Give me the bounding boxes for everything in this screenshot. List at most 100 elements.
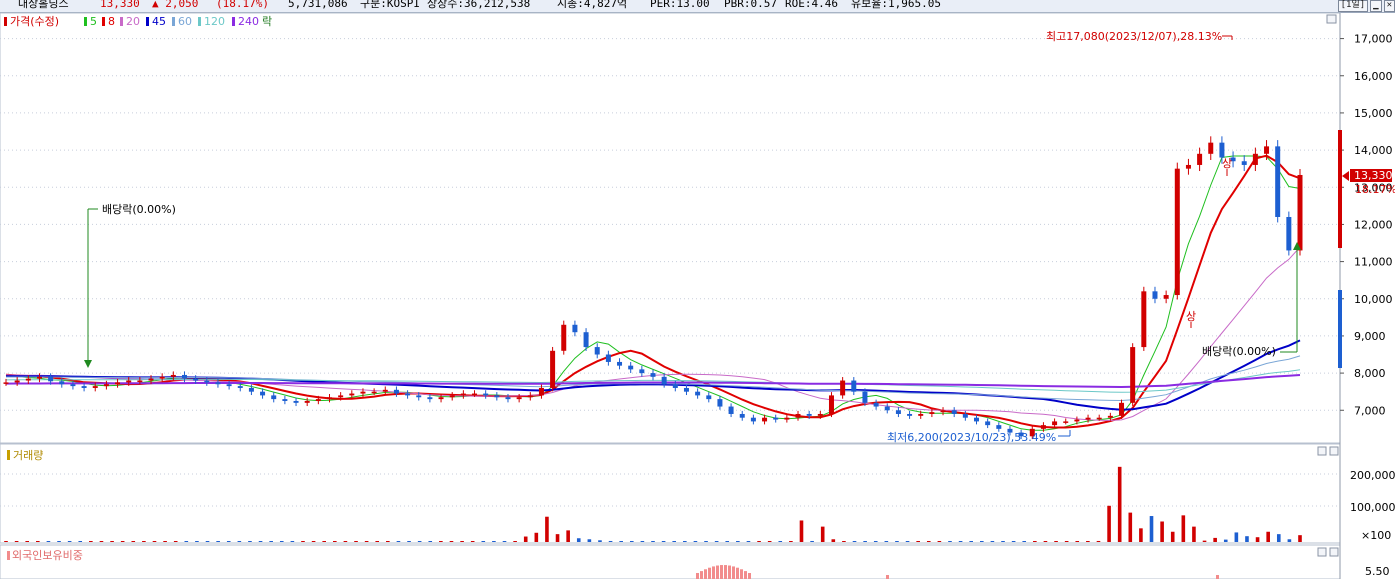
volume-bar xyxy=(131,541,136,542)
volume-bar xyxy=(863,541,867,542)
volume-bar xyxy=(1223,539,1228,542)
volume-bar xyxy=(14,541,19,542)
candle-body xyxy=(36,376,42,379)
price-tick-label: 10,000 xyxy=(1354,293,1393,306)
volume-bar xyxy=(555,534,560,542)
price-tick-label: 8,000 xyxy=(1354,367,1386,380)
candle-body xyxy=(639,369,645,374)
volume-bar xyxy=(1266,531,1270,542)
candle-body xyxy=(840,380,846,396)
price-tick-label: 15,000 xyxy=(1354,107,1393,120)
candle-body xyxy=(460,393,466,396)
price-legend-marker xyxy=(4,17,7,26)
volume-bar xyxy=(672,541,677,542)
low-label: 최저6,200(2023/10/23),53.49% xyxy=(887,431,1056,444)
volume-bar xyxy=(78,541,83,542)
volume-bar xyxy=(248,541,252,542)
volume-bar xyxy=(937,541,942,542)
volume-bar xyxy=(513,541,517,542)
candle-body xyxy=(907,413,913,416)
volume-panel[interactable] xyxy=(0,443,1341,544)
volume-bar xyxy=(120,541,125,542)
dividend-label-2: 배당락(0.00%) xyxy=(1202,345,1276,358)
volume-bar xyxy=(1255,537,1260,542)
volume-bar xyxy=(736,541,740,542)
volume-bar xyxy=(895,541,899,542)
candle-body xyxy=(170,374,176,377)
volume-bar xyxy=(237,541,242,542)
volume-bar xyxy=(502,541,507,542)
foreign-minimize-icon[interactable] xyxy=(1317,547,1327,557)
candle-body xyxy=(1096,417,1102,420)
volume-bar xyxy=(269,541,273,542)
volume-bar xyxy=(195,541,199,542)
volume-bar xyxy=(990,541,995,542)
volume-bar xyxy=(481,541,486,542)
price-panel-button[interactable] xyxy=(1326,14,1337,24)
candle-body xyxy=(14,380,20,383)
volume-bar xyxy=(89,541,93,542)
volume-bar xyxy=(1107,505,1111,542)
ma-legend-label-240: 240 xyxy=(238,15,259,28)
candle-body xyxy=(617,361,623,366)
volume-bar xyxy=(1149,516,1154,542)
volume-bar xyxy=(1064,541,1069,542)
ma-legend-marker-60 xyxy=(172,17,175,26)
candle-body xyxy=(884,406,890,411)
candle-body xyxy=(237,386,243,388)
volume-bar xyxy=(152,541,157,542)
upper-limit-label-1: 상 xyxy=(1186,310,1196,323)
candle-body xyxy=(974,417,979,422)
candle-body xyxy=(594,347,600,355)
volume-bar xyxy=(1054,541,1058,542)
candle-body xyxy=(951,410,957,414)
candle-body xyxy=(70,384,76,387)
candle-body xyxy=(550,350,556,388)
volume-bar xyxy=(693,541,698,542)
candle-body xyxy=(862,391,868,403)
foreign-bar xyxy=(724,565,727,579)
candle-body xyxy=(962,413,968,418)
volume-bar xyxy=(757,541,761,542)
foreign-panel[interactable] xyxy=(0,544,1341,579)
volume-bar xyxy=(799,520,804,542)
candle-body xyxy=(661,376,667,385)
candle-body xyxy=(1174,168,1180,296)
volume-bar xyxy=(873,541,878,542)
candle-body xyxy=(1040,425,1046,429)
candle-body xyxy=(851,380,857,392)
volume-bar xyxy=(1245,536,1249,542)
foreign-panel-title: 외국인보유비중 xyxy=(12,549,83,562)
volume-bar xyxy=(311,541,316,542)
candle-body xyxy=(137,380,143,383)
ma-legend-label-120: 120 xyxy=(204,15,225,28)
candle-body xyxy=(438,397,444,400)
volume-bar xyxy=(852,541,857,542)
candle-body xyxy=(148,378,154,381)
candle-body xyxy=(1241,161,1247,165)
volume-tick-100k: 100,000 xyxy=(1350,501,1395,514)
volume-close-icon[interactable] xyxy=(1329,446,1339,456)
candle-body xyxy=(260,391,266,396)
foreign-legend-marker xyxy=(7,551,10,560)
foreign-close-icon[interactable] xyxy=(1329,547,1339,557)
ma-legend-label-5: 5 xyxy=(90,15,97,28)
volume-bar xyxy=(57,541,61,542)
volume-bar xyxy=(25,541,30,542)
volume-bar xyxy=(810,540,814,542)
volume-bar xyxy=(534,532,539,542)
candle-body xyxy=(181,374,187,379)
candle-body xyxy=(405,393,411,396)
volume-bar xyxy=(216,541,220,542)
volume-bar xyxy=(4,541,8,542)
stock-chart[interactable]: 17,00016,00015,00014,00013,00012,00011,0… xyxy=(0,0,1395,579)
candle-body xyxy=(327,397,332,400)
volume-minimize-icon[interactable] xyxy=(1317,446,1327,456)
volume-bar xyxy=(1043,541,1048,542)
volume-bar xyxy=(1096,540,1101,542)
candle-body xyxy=(360,391,366,394)
volume-bar xyxy=(1298,535,1302,542)
candle-body xyxy=(416,395,422,398)
candle-body xyxy=(126,380,132,383)
volume-bar xyxy=(587,539,592,542)
